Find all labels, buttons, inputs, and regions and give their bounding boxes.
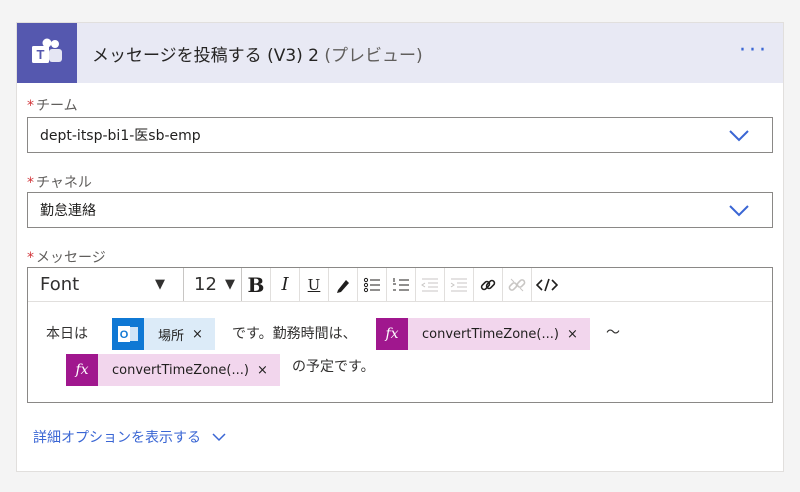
editor-toolbar: Font ▼ 12 ▼ B I U: [28, 267, 772, 302]
action-card: T メッセージを投稿する (V3) 2 (プレビュー) ··· * チーム dep…: [16, 22, 784, 472]
outlook-icon: O: [112, 318, 144, 350]
advanced-options-label: 詳細オプションを表示する: [33, 430, 201, 446]
token-label: convertTimeZone(...): [422, 326, 559, 342]
required-mark: *: [27, 175, 34, 191]
chevron-down-icon: [212, 433, 226, 442]
message-label-text: メッセージ: [36, 250, 106, 266]
decrease-indent-icon: [421, 278, 438, 291]
link-button[interactable]: [474, 267, 503, 302]
expression-token[interactable]: fx convertTimeZone(...) ×: [376, 318, 590, 350]
message-label: * メッセージ: [27, 247, 106, 267]
expression-token[interactable]: fx convertTimeZone(...) ×: [66, 354, 280, 386]
preview-label: (プレビュー): [324, 45, 423, 66]
teams-icon: T: [17, 23, 77, 83]
team-label: * チーム: [27, 95, 78, 115]
numbered-list-button[interactable]: [387, 267, 416, 302]
numbered-list-icon: [393, 277, 409, 290]
channel-label: * チャネル: [27, 172, 92, 192]
caret-down-icon: ▼: [225, 277, 235, 292]
code-view-button[interactable]: [532, 268, 561, 302]
dynamic-content-token[interactable]: O 場所 ×: [112, 318, 215, 350]
channel-value: 勤怠連絡: [40, 203, 96, 219]
action-header[interactable]: T メッセージを投稿する (V3) 2 (プレビュー) ···: [17, 23, 783, 83]
channel-dropdown[interactable]: 勤怠連絡: [27, 192, 773, 228]
action-title-text: メッセージを投稿する (V3) 2: [92, 45, 319, 66]
italic-button[interactable]: I: [271, 267, 300, 302]
font-size-value: 12: [194, 274, 217, 295]
chevron-down-icon: [729, 130, 749, 142]
text-color-button[interactable]: [329, 267, 358, 302]
remove-token-icon[interactable]: ×: [192, 327, 215, 342]
action-title: メッセージを投稿する (V3) 2 (プレビュー): [92, 41, 423, 66]
message-editor[interactable]: Font ▼ 12 ▼ B I U 本日は O 場所 × です。勤務時間は、 f…: [27, 267, 773, 403]
show-advanced-options-link[interactable]: 詳細オプションを表示する: [33, 427, 227, 447]
text-segment: の予定です。: [292, 359, 375, 375]
remove-token-icon[interactable]: ×: [567, 327, 590, 342]
svg-text:O: O: [120, 329, 129, 341]
chevron-down-icon: [729, 205, 749, 217]
function-icon: fx: [376, 318, 408, 350]
unlink-icon: [508, 278, 526, 291]
increase-indent-icon: [450, 278, 467, 291]
link-icon: [480, 279, 496, 290]
function-icon: fx: [66, 354, 98, 386]
team-label-text: チーム: [36, 98, 78, 114]
decrease-indent-button[interactable]: [416, 267, 445, 302]
more-options-icon[interactable]: ···: [739, 40, 769, 62]
bullet-list-button[interactable]: [358, 267, 387, 302]
unlink-button[interactable]: [503, 267, 532, 302]
caret-down-icon: ▼: [155, 277, 165, 292]
required-mark: *: [27, 250, 34, 266]
font-value: Font: [40, 274, 80, 295]
required-mark: *: [27, 98, 34, 114]
svg-text:T: T: [37, 47, 45, 62]
underline-button[interactable]: U: [300, 267, 329, 302]
font-size-select[interactable]: 12 ▼: [184, 268, 242, 301]
channel-label-text: チャネル: [36, 175, 92, 191]
token-label: 場所: [158, 328, 185, 344]
font-select[interactable]: Font ▼: [28, 268, 184, 301]
code-icon: [535, 278, 558, 291]
text-segment: 〜: [606, 325, 620, 341]
team-value: dept-itsp-bi1-医sb-emp: [40, 128, 201, 144]
bullet-list-icon: [363, 277, 380, 292]
pen-icon: [337, 279, 349, 293]
bold-button[interactable]: B: [242, 267, 271, 302]
text-segment: 本日は: [46, 326, 88, 342]
text-segment: です。勤務時間は、: [232, 326, 357, 342]
increase-indent-button[interactable]: [445, 267, 474, 302]
token-label: convertTimeZone(...): [112, 362, 249, 378]
team-dropdown[interactable]: dept-itsp-bi1-医sb-emp: [27, 117, 773, 153]
remove-token-icon[interactable]: ×: [257, 363, 280, 378]
